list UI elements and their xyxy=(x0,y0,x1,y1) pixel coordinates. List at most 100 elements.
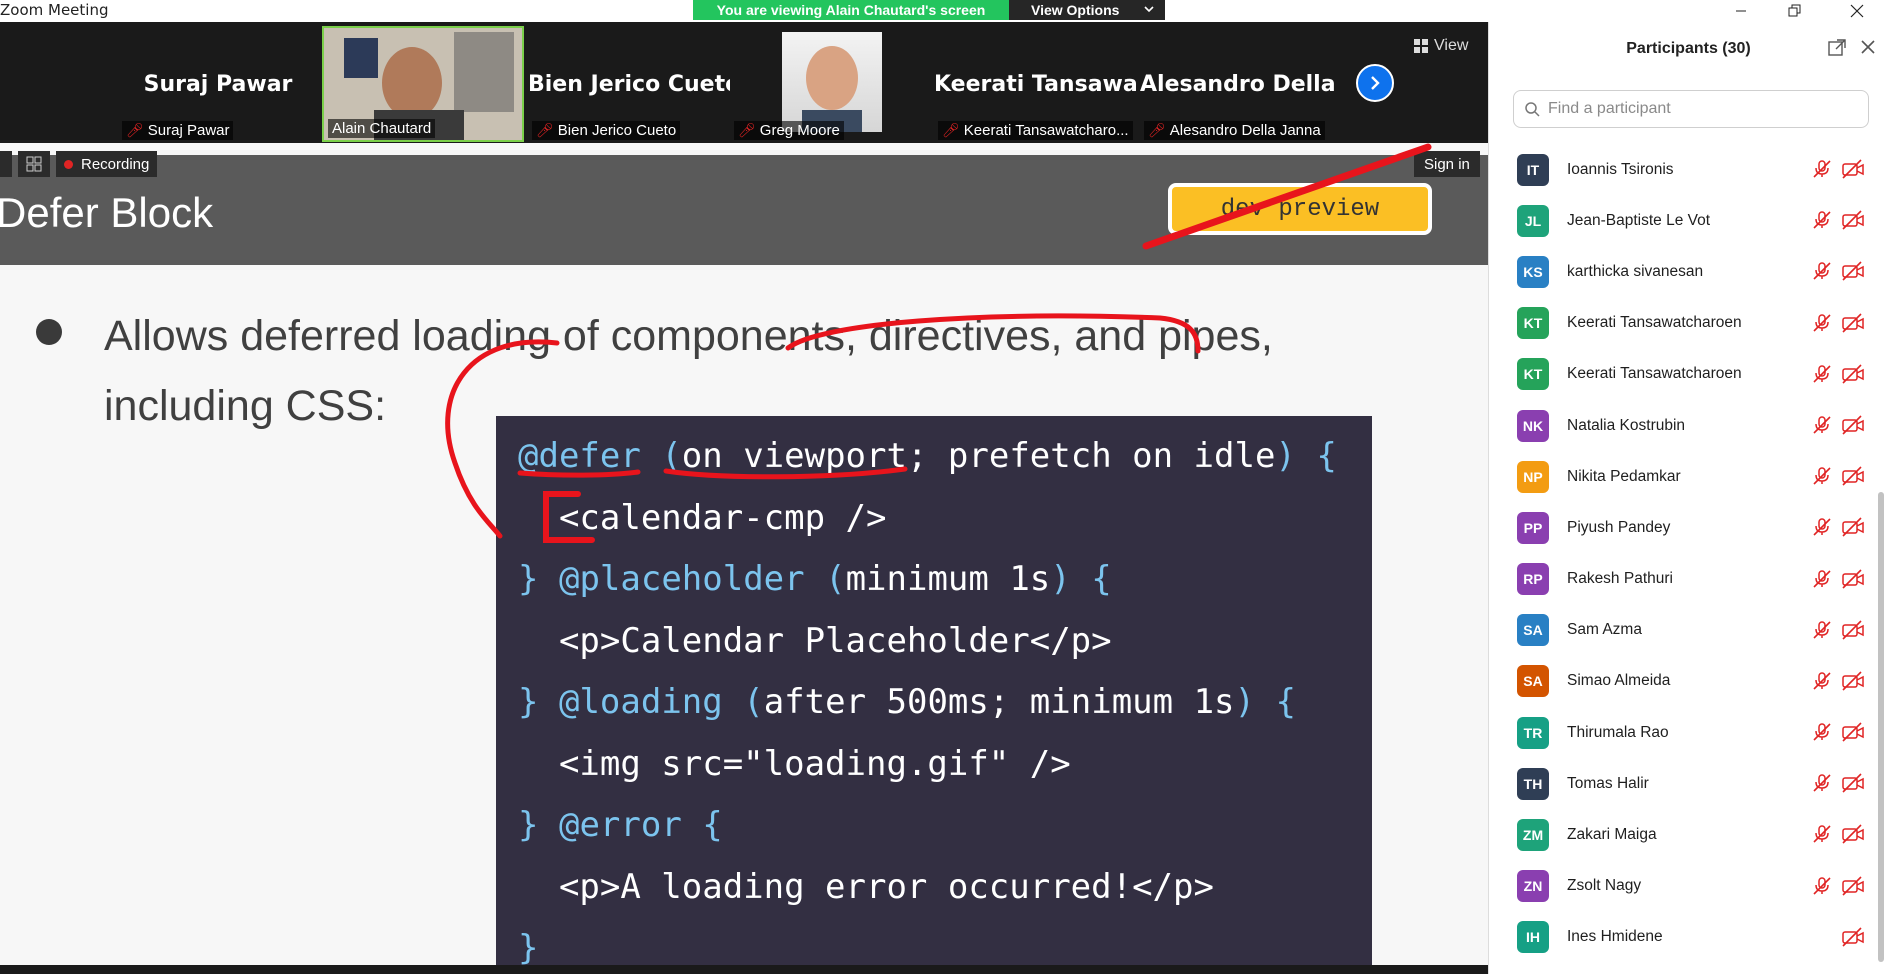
video-off-icon[interactable] xyxy=(1841,414,1865,436)
mic-muted-icon[interactable] xyxy=(1811,158,1833,180)
video-off-icon[interactable] xyxy=(1841,670,1865,692)
video-tile[interactable]: 🎤︎ Greg Moore xyxy=(730,26,930,142)
mic-muted-icon[interactable] xyxy=(1811,260,1833,282)
view-options-label: View Options xyxy=(1031,2,1120,18)
mic-muted-icon[interactable] xyxy=(1811,516,1833,538)
mic-muted-icon[interactable] xyxy=(1811,670,1833,692)
participant-row[interactable]: JL Jean-Baptiste Le Vot xyxy=(1489,195,1873,246)
popout-icon[interactable] xyxy=(1827,38,1849,60)
video-off-icon[interactable] xyxy=(1841,209,1865,231)
view-options-button[interactable]: View Options xyxy=(1009,0,1165,20)
mic-muted-icon[interactable] xyxy=(1811,312,1833,334)
participant-name: Rakesh Pathuri xyxy=(1567,570,1673,588)
avatar: SA xyxy=(1517,614,1549,647)
video-off-icon[interactable] xyxy=(1841,823,1865,845)
mic-muted-icon[interactable] xyxy=(1811,721,1833,743)
video-tile[interactable]: Keerati Tansawa... 🎤︎Keerati Tansawatcha… xyxy=(934,26,1138,142)
participant-row[interactable]: RP Rakesh Pathuri xyxy=(1489,554,1873,605)
video-off-icon[interactable] xyxy=(1841,312,1865,334)
code-block: @defer (on viewport; prefetch on idle) {… xyxy=(496,416,1372,965)
video-tile[interactable]: Bien Jerico Cueto 🎤︎ Bien Jerico Cueto xyxy=(528,26,732,142)
video-off-icon[interactable] xyxy=(1841,516,1865,538)
view-button[interactable]: View xyxy=(1404,32,1478,60)
video-tile[interactable]: Suraj Pawar 🎤︎ Suraj Pawar xyxy=(118,26,318,142)
search-field[interactable] xyxy=(1513,90,1869,128)
video-off-icon[interactable] xyxy=(1841,619,1865,641)
tile-caption-text: Alesandro Della Janna xyxy=(1169,122,1321,139)
close-icon xyxy=(1850,4,1864,18)
mic-muted-icon[interactable] xyxy=(1811,465,1833,487)
video-tile[interactable]: Alesandro Della... 🎤︎Alesandro Della Jan… xyxy=(1140,26,1336,142)
minimize-icon xyxy=(1736,10,1746,12)
scrollbar[interactable] xyxy=(1878,492,1884,962)
sign-in-button[interactable]: Sign in xyxy=(1414,151,1480,177)
avatar: NP xyxy=(1517,460,1549,493)
video-off-icon[interactable] xyxy=(1841,875,1865,897)
participant-row[interactable]: KS karthicka sivanesan xyxy=(1489,246,1873,297)
mic-muted-icon[interactable] xyxy=(1811,568,1833,590)
participant-row[interactable]: ZM Zakari Maiga xyxy=(1489,809,1873,860)
tile-caption: Alain Chautard xyxy=(328,119,436,138)
avatar: ZN xyxy=(1517,870,1549,903)
participant-row[interactable]: NP Nikita Pedamkar xyxy=(1489,451,1873,502)
code-line: } xyxy=(518,918,1372,965)
video-tile-active-speaker[interactable]: Alain Chautard xyxy=(322,26,524,142)
participant-row[interactable]: ZN Zsolt Nagy xyxy=(1489,861,1873,912)
video-off-icon[interactable] xyxy=(1841,568,1865,590)
participant-row[interactable]: TR Thirumala Rao xyxy=(1489,707,1873,758)
avatar: NK xyxy=(1517,409,1549,442)
code-keyword: @defer xyxy=(518,436,641,476)
participant-name: Sam Azma xyxy=(1567,621,1642,639)
code-bracket: ( xyxy=(661,436,682,476)
meeting-controls-bar xyxy=(0,965,1488,974)
mic-muted-icon[interactable] xyxy=(1811,414,1833,436)
video-off-icon[interactable] xyxy=(1841,260,1865,282)
code-line: @defer (on viewport; prefetch on idle) { xyxy=(518,436,1337,476)
mic-muted-icon[interactable] xyxy=(1811,619,1833,641)
mic-muted-icon[interactable] xyxy=(1811,772,1833,794)
recording-label: Recording xyxy=(81,155,150,173)
next-page-button[interactable] xyxy=(1356,64,1394,102)
video-off-icon[interactable] xyxy=(1841,363,1865,385)
video-off-icon[interactable] xyxy=(1841,465,1865,487)
video-off-icon[interactable] xyxy=(1841,772,1865,794)
layout-toggle-button[interactable] xyxy=(18,151,50,177)
mic-muted-icon: 🎤︎ xyxy=(942,122,960,138)
close-icon[interactable] xyxy=(1859,38,1881,60)
mic-muted-icon[interactable] xyxy=(1811,875,1833,897)
minimize-window-button[interactable] xyxy=(1718,0,1764,22)
restore-window-button[interactable] xyxy=(1772,0,1818,22)
participant-big-name: Bien Jerico Cueto xyxy=(528,72,732,97)
shared-screen: Defer Block dev preview Recording Sign i… xyxy=(0,143,1488,965)
code-bracket: ( xyxy=(825,559,846,599)
code-bracket: } xyxy=(518,559,539,599)
code-bracket: } xyxy=(518,682,539,722)
participant-row[interactable]: IT Ioannis Tsironis xyxy=(1489,144,1873,195)
avatar xyxy=(802,46,862,132)
tile-caption-text: Keerati Tansawatcharo... xyxy=(963,122,1129,139)
code-bracket: { xyxy=(702,805,723,845)
video-off-icon[interactable] xyxy=(1841,158,1865,180)
mic-muted-icon: 🎤︎ xyxy=(536,122,554,138)
video-off-icon[interactable] xyxy=(1841,926,1865,948)
participant-row[interactable]: KT Keerati Tansawatcharoen xyxy=(1489,349,1873,400)
participant-list: IT Ioannis Tsironis JL Jean-Baptiste Le Vot… xyxy=(1489,144,1873,963)
tile-caption-text: Greg Moore xyxy=(759,122,840,139)
participant-row[interactable]: NK Natalia Kostrubin xyxy=(1489,400,1873,451)
participant-row[interactable]: PP Piyush Pandey xyxy=(1489,502,1873,553)
mic-muted-icon[interactable] xyxy=(1811,823,1833,845)
participant-row[interactable]: SA Sam Azma xyxy=(1489,605,1873,656)
code-bracket: ) xyxy=(1275,436,1296,476)
mic-muted-icon[interactable] xyxy=(1811,363,1833,385)
search-input[interactable] xyxy=(1548,100,1848,118)
participant-row[interactable]: KT Keerati Tansawatcharoen xyxy=(1489,298,1873,349)
close-window-button[interactable] xyxy=(1834,0,1880,22)
video-off-icon[interactable] xyxy=(1841,721,1865,743)
participant-row[interactable]: TH Tomas Halir xyxy=(1489,758,1873,809)
recording-indicator[interactable]: Recording xyxy=(56,151,158,177)
mic-muted-icon[interactable] xyxy=(1811,209,1833,231)
participant-row[interactable]: SA Simao Almeida xyxy=(1489,656,1873,707)
window-title: Zoom Meeting xyxy=(0,1,109,19)
participant-row[interactable]: IH Ines Hmidene xyxy=(1489,912,1873,963)
avatar: KS xyxy=(1517,255,1549,288)
